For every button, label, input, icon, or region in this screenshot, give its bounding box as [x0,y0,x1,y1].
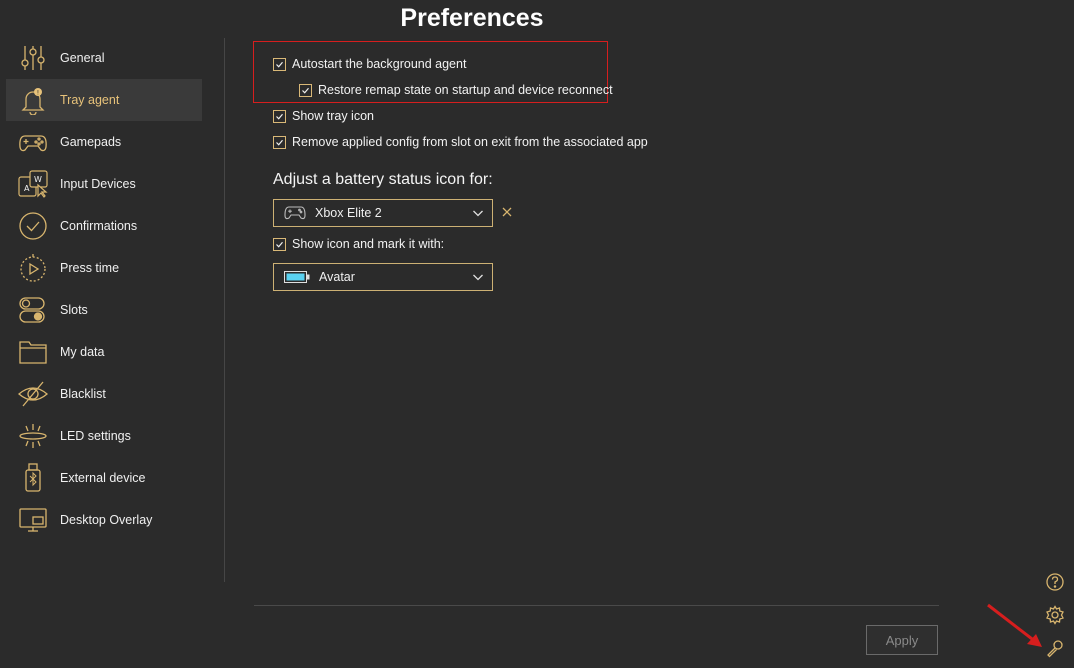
show-icon-row[interactable]: Show icon and mark it with: [273,237,444,251]
sidebar-item-desktop-overlay[interactable]: Desktop Overlay [6,499,202,541]
sidebar-item-slots[interactable]: Slots [6,289,202,331]
sidebar-item-label: Desktop Overlay [60,513,153,527]
remove-config-row[interactable]: Remove applied config from slot on exit … [273,135,648,149]
timer-icon [18,253,48,283]
sidebar-item-label: Gamepads [60,135,122,149]
sidebar-item-label: Tray agent [60,93,120,107]
sidebar-item-label: LED settings [60,429,131,443]
chevron-down-icon [473,274,483,281]
svg-text:A: A [24,184,30,193]
sidebar-item-label: Press time [60,261,120,275]
sidebar-item-label: My data [60,345,105,359]
annotation-arrow [987,603,1042,647]
led-icon [18,421,48,451]
restore-checkbox[interactable] [299,83,312,97]
device-select[interactable]: Xbox Elite 2 [273,199,493,227]
sidebar-item-my-data[interactable]: My data [6,331,202,373]
usb-device-icon [18,463,48,493]
sidebar-item-label: Input Devices [60,177,136,191]
check-circle-icon [18,211,48,241]
remove-config-label: Remove applied config from slot on exit … [292,135,648,149]
sidebar-item-label: Confirmations [60,219,138,233]
sidebar-item-confirmations[interactable]: Confirmations [6,205,202,247]
restore-label: Restore remap state on startup and devic… [318,83,613,97]
chevron-down-icon [473,210,483,217]
restore-row[interactable]: Restore remap state on startup and devic… [299,83,613,97]
sidebar-item-input-devices[interactable]: A W Input Devices [6,163,202,205]
help-icon[interactable] [1045,572,1065,592]
keyboard-mouse-icon: A W [18,169,48,199]
apply-button[interactable]: Apply [866,625,938,655]
autostart-label: Autostart the background agent [292,57,467,71]
remove-config-checkbox[interactable] [273,135,286,149]
monitor-icon [18,505,48,535]
tray-icon-row[interactable]: Show tray icon [273,109,374,123]
sidebar-item-label: Slots [60,303,88,317]
folder-icon [18,337,48,367]
svg-text:W: W [34,175,42,184]
battery-icon [284,271,310,283]
sidebar: General ! Tray agent Gamepads A W Input … [6,37,202,541]
show-icon-label: Show icon and mark it with: [292,237,445,251]
svg-text:!: ! [37,90,39,97]
sidebar-item-gamepads[interactable]: Gamepads [6,121,202,163]
show-icon-checkbox[interactable] [273,237,286,251]
sidebar-divider [224,38,225,582]
toggle-icon [18,295,48,325]
sidebar-item-blacklist[interactable]: Blacklist [6,373,202,415]
sidebar-item-label: External device [60,471,146,485]
sidebar-item-general[interactable]: General [6,37,202,79]
sidebar-item-label: General [60,51,105,65]
tray-icon-checkbox[interactable] [273,109,286,123]
eye-off-icon [18,379,48,409]
sidebar-item-tray-agent[interactable]: ! Tray agent [6,79,202,121]
tray-icon-label: Show tray icon [292,109,374,123]
device-select-value: Xbox Elite 2 [315,206,382,220]
close-icon[interactable] [500,205,514,219]
bell-icon: ! [18,85,48,115]
mark-select[interactable]: Avatar [273,263,493,291]
autostart-checkbox[interactable] [273,57,286,71]
gamepad-icon [284,205,306,221]
mark-select-value: Avatar [319,270,355,284]
sidebar-item-press-time[interactable]: Press time [6,247,202,289]
battery-section-label: Adjust a battery status icon for: [273,171,493,188]
sliders-icon [18,43,48,73]
sidebar-item-external-device[interactable]: External device [6,457,202,499]
footer-divider [254,605,939,606]
sidebar-item-label: Blacklist [60,387,106,401]
page-title: Preferences [400,4,544,32]
gamepad-icon [18,127,48,157]
sidebar-item-led-settings[interactable]: LED settings [6,415,202,457]
autostart-row[interactable]: Autostart the background agent [273,57,466,71]
